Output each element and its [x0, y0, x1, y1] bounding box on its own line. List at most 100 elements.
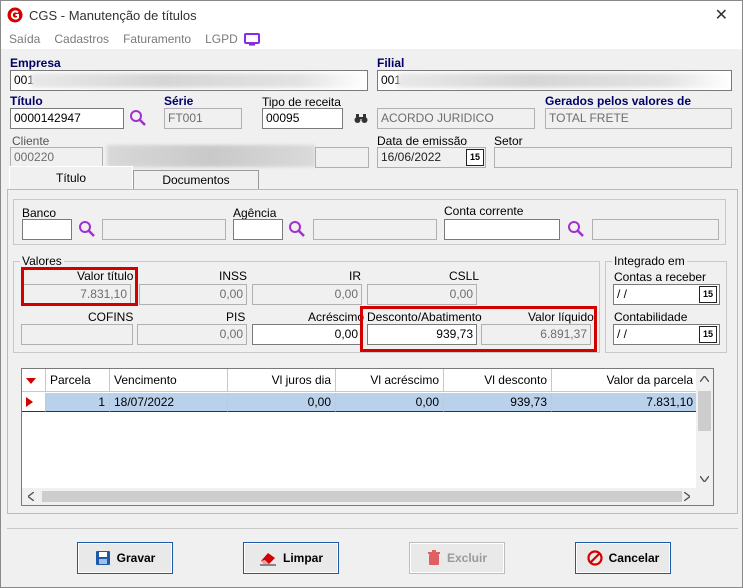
cell-desconto[interactable]: 939,73 — [444, 393, 552, 412]
cancelar-label: Cancelar — [608, 551, 660, 565]
cell-juros[interactable]: 0,00 — [228, 393, 336, 412]
header-vencimento[interactable]: Vencimento — [110, 369, 228, 392]
tipo-receita-input[interactable]: 00095 — [262, 108, 343, 129]
agencia-label: Agência — [233, 206, 277, 220]
main-window: CGS - Manutenção de títulos ✕ Saída Cada… — [0, 0, 743, 588]
empresa-value: 001 — [14, 73, 35, 87]
chevron-down-icon[interactable] — [350, 71, 367, 90]
scroll-down-icon[interactable] — [700, 476, 709, 482]
csll-field: 0,00 — [367, 284, 477, 305]
conta-label: Conta corrente — [444, 204, 524, 218]
tab-documentos[interactable]: Documentos — [133, 170, 259, 189]
hscroll-thumb[interactable] — [42, 491, 682, 502]
banco-name-field — [102, 219, 226, 240]
serie-label: Série — [164, 94, 194, 108]
monitor-icon[interactable] — [243, 32, 260, 46]
tipo-receita-desc: ACORDO JURIDICO — [377, 108, 535, 129]
header-desconto[interactable]: Vl desconto — [444, 369, 552, 392]
contabilidade-label: Contabilidade — [614, 310, 688, 324]
vertical-scrollbar[interactable] — [696, 369, 713, 489]
scroll-left-icon[interactable] — [28, 492, 34, 501]
floppy-icon — [95, 551, 110, 565]
excluir-button[interactable]: Excluir — [409, 542, 505, 574]
valores-title: Valores — [20, 254, 64, 268]
binoculars-icon[interactable] — [354, 113, 368, 124]
titulo-label: Título — [10, 94, 43, 108]
cliente-field: 000220 — [10, 147, 103, 168]
calendar-icon[interactable]: 15 — [699, 326, 717, 343]
menu-cadastros[interactable]: Cadastros — [54, 32, 109, 46]
close-icon[interactable]: ✕ — [715, 5, 728, 25]
setor-label: Setor — [494, 134, 523, 148]
setor-field — [494, 147, 732, 168]
header-juros[interactable]: Vl juros dia — [228, 369, 336, 392]
serie-field: FT001 — [164, 108, 242, 129]
conta-name-field — [592, 219, 719, 240]
menu-saida[interactable]: Saída — [9, 32, 40, 46]
empresa-select[interactable]: 001 — [10, 70, 368, 91]
ir-field: 0,00 — [252, 284, 362, 305]
tipo-receita-label: Tipo de receita — [262, 95, 341, 109]
header-parcela[interactable]: Parcela — [46, 369, 110, 392]
calendar-icon[interactable]: 15 — [699, 286, 717, 303]
gravar-label: Gravar — [116, 551, 156, 565]
header-acrescimo[interactable]: Vl acréscimo — [336, 369, 444, 392]
eraser-icon — [259, 553, 276, 566]
grid-sort-icon[interactable] — [22, 369, 46, 392]
horizontal-scrollbar[interactable] — [22, 488, 713, 505]
cofins-label: COFINS — [88, 310, 134, 324]
separator — [7, 528, 738, 529]
title-bar: CGS - Manutenção de títulos ✕ — [1, 1, 742, 29]
cliente-name-redacted — [107, 145, 315, 167]
titulo-input[interactable]: 0000142947 — [10, 108, 124, 129]
header-valor-parcela[interactable]: Valor da parcela — [552, 369, 698, 392]
limpar-label: Limpar — [282, 551, 323, 565]
app-logo-icon — [7, 7, 23, 23]
chevron-down-icon[interactable] — [714, 71, 731, 90]
cell-acrescimo[interactable]: 0,00 — [336, 393, 444, 412]
scroll-thumb[interactable] — [698, 391, 711, 431]
cliente-label: Cliente — [12, 134, 50, 148]
scroll-right-icon[interactable] — [684, 492, 690, 501]
gerados-field: TOTAL FRETE — [545, 108, 732, 129]
search-icon[interactable] — [78, 220, 96, 238]
menu-lgpd[interactable]: LGPD — [205, 32, 238, 46]
acrescimo-input[interactable]: 0,00 — [252, 324, 362, 345]
search-icon[interactable] — [567, 220, 585, 238]
cell-valor-parcela[interactable]: 7.831,10 — [552, 393, 698, 412]
cell-parcela[interactable]: 1 — [46, 393, 110, 412]
scroll-up-icon[interactable] — [700, 376, 709, 382]
menu-bar: Saída Cadastros Faturamento LGPD — [1, 29, 742, 49]
ir-label: IR — [349, 269, 361, 283]
inss-label: INSS — [219, 269, 248, 283]
integrado-title: Integrado em — [612, 254, 687, 268]
conta-input[interactable] — [444, 219, 560, 240]
limpar-button[interactable]: Limpar — [243, 542, 339, 574]
window-title: CGS - Manutenção de títulos — [29, 7, 197, 23]
parcelas-grid: Parcela Vencimento Vl juros dia Vl acrés… — [21, 368, 714, 506]
contas-receber-label: Contas a receber — [614, 270, 707, 284]
calendar-icon[interactable]: 15 — [466, 149, 484, 166]
excluir-label: Excluir — [446, 551, 488, 565]
cancel-icon — [587, 550, 603, 566]
menu-faturamento[interactable]: Faturamento — [123, 32, 191, 46]
cell-vencimento[interactable]: 18/07/2022 — [110, 393, 228, 412]
gravar-button[interactable]: Gravar — [77, 542, 173, 574]
cancelar-button[interactable]: Cancelar — [575, 542, 671, 574]
trash-icon — [427, 550, 440, 565]
filial-value: 001 — [381, 73, 402, 87]
inss-field: 0,00 — [139, 284, 247, 305]
gerados-label: Gerados pelos valores de — [545, 94, 692, 108]
highlight-valor-titulo — [21, 267, 138, 306]
filial-label: Filial — [377, 56, 405, 70]
filial-select[interactable]: 001 — [377, 70, 732, 91]
search-icon[interactable] — [129, 109, 147, 127]
row-indicator-icon[interactable] — [22, 393, 46, 412]
agencia-input[interactable] — [233, 219, 283, 240]
banco-input[interactable] — [22, 219, 72, 240]
banco-label: Banco — [22, 206, 57, 220]
search-icon[interactable] — [288, 220, 306, 238]
cliente-name-field — [315, 147, 369, 168]
cofins-field — [21, 324, 133, 345]
tab-titulo[interactable]: Título — [9, 166, 133, 189]
